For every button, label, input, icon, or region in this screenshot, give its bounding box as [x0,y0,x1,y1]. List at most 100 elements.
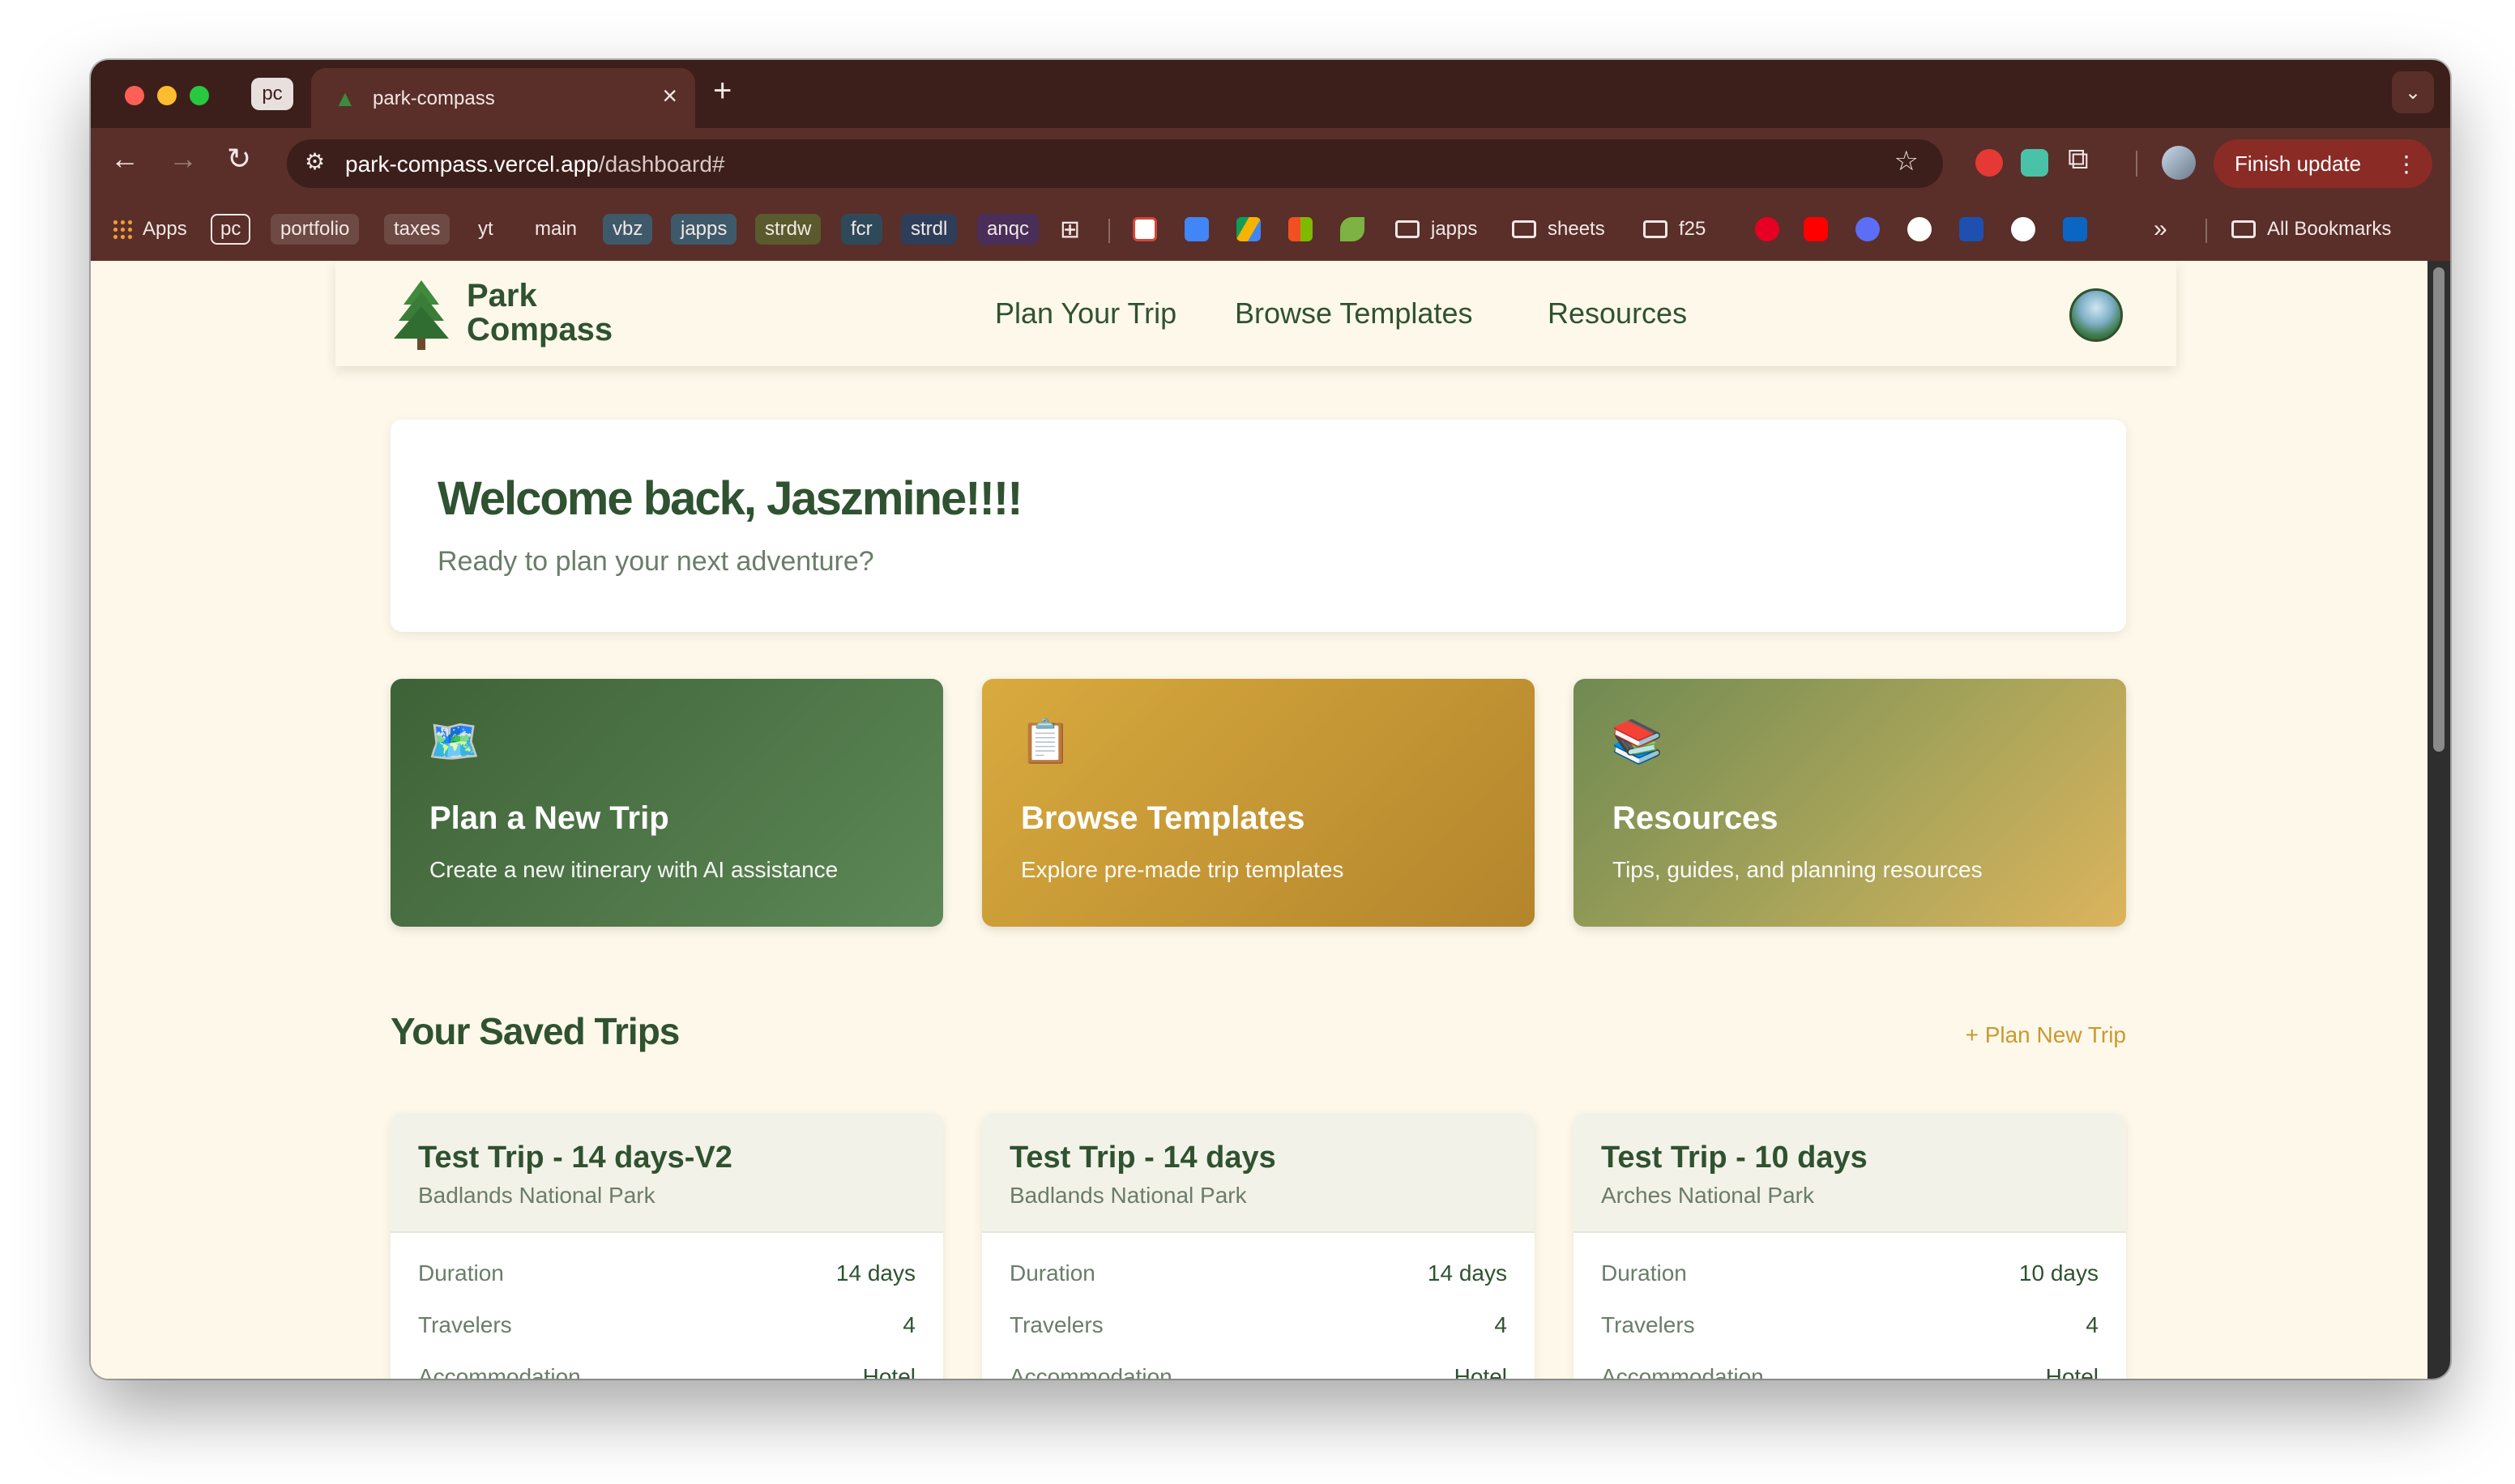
bird-app-icon[interactable] [1855,217,1880,241]
minimize-window-button[interactable] [157,86,177,105]
plan-new-trip-card[interactable]: 🗺️ Plan a New Trip Create a new itinerar… [391,679,943,927]
nav-plan-your-trip[interactable]: Plan Your Trip [995,296,1176,330]
youtube-icon[interactable] [1804,217,1828,241]
trip-card[interactable]: Test Trip - 14 days Badlands National Pa… [982,1113,1535,1379]
trip-card[interactable]: Test Trip - 14 days-V2 Badlands National… [391,1113,943,1379]
browser-window: pc ▲ park-compass × + ⌄ ← → ↻ ⚙ park-com… [91,60,2450,1379]
trip-card-header: Test Trip - 10 days Arches National Park [1573,1113,2126,1233]
bookmarks-divider [2205,219,2207,243]
bookmark-apps[interactable]: Apps [112,214,187,245]
trip-park: Arches National Park [1601,1183,1815,1208]
close-window-button[interactable] [125,86,144,105]
resources-card[interactable]: 📚 Resources Tips, guides, and planning r… [1573,679,2126,927]
bookmark-vbz[interactable]: vbz [603,214,653,245]
bookmark-folder-sheets[interactable]: sheets [1512,214,1605,245]
bookmark-strdw[interactable]: strdw [755,214,822,245]
bookmarks-overflow-icon[interactable]: » [2154,214,2167,245]
calendar-icon[interactable] [1185,217,1209,241]
profile-avatar[interactable] [2162,146,2196,180]
nav-resources[interactable]: Resources [1548,296,1687,330]
pine-tree-logo-icon[interactable] [392,279,450,352]
finish-update-button[interactable]: Finish update ⋮ [2214,139,2432,188]
action-card-title: Browse Templates [1021,800,1305,836]
saved-trips-heading: Your Saved Trips [391,1010,680,1052]
action-card-desc: Tips, guides, and planning resources [1612,857,1983,882]
linkedin-icon[interactable] [2063,217,2087,241]
folder-icon [2231,220,2256,238]
toolbar-divider [2136,151,2137,177]
trip-park: Badlands National Park [1010,1183,1247,1208]
github-icon[interactable] [1907,217,1932,241]
trip-card[interactable]: Test Trip - 10 days Arches National Park… [1573,1113,2126,1379]
welcome-heading: Welcome back, Jaszmine!!!! [438,472,1023,525]
action-card-title: Plan a New Trip [429,800,669,836]
all-bookmarks[interactable]: All Bookmarks [2231,214,2391,245]
scrollbar-thumb[interactable] [2433,267,2445,752]
trip-name: Test Trip - 14 days [1010,1141,1276,1175]
back-arrow-icon[interactable]: ← [110,144,139,173]
pinned-tab[interactable]: pc [251,78,293,110]
site-header: Park Compass Plan Your Trip Browse Templ… [335,261,2176,366]
reload-icon[interactable]: ↻ [227,144,251,173]
folder-icon [1395,220,1420,238]
threads-icon[interactable] [2011,217,2035,241]
bookmark-folder-f25[interactable]: f25 [1643,214,1706,245]
adblock-extension-icon[interactable] [1975,149,2003,177]
bookmarks-divider [1108,219,1110,243]
tab-search-chevron-icon[interactable]: ⌄ [2392,71,2434,113]
plan-new-trip-link[interactable]: + Plan New Trip [1966,1022,2126,1048]
bookmarks-bar: Apps pc portfolio taxes yt main vbz japp… [91,199,2450,261]
apps-grid-icon [112,219,133,240]
folder-icon [1512,220,1536,238]
bookmark-main[interactable]: main [525,214,587,245]
site-logo-text[interactable]: Park Compass [467,279,613,347]
plant-icon[interactable] [1340,217,1364,241]
tab-title: park-compass [373,87,495,109]
site-settings-icon[interactable]: ⚙ [305,151,325,173]
bookmark-anqc[interactable]: anqc [977,214,1040,245]
tree-favicon-icon: ▲ [334,86,357,111]
browse-templates-card[interactable]: 📋 Browse Templates Explore pre-made trip… [982,679,1535,927]
action-card-desc: Explore pre-made trip templates [1021,857,1344,882]
maximize-window-button[interactable] [190,86,209,105]
bookmark-taxes[interactable]: taxes [384,214,450,245]
tab-groups-icon[interactable]: ⊞ [1060,214,1080,245]
welcome-card: Welcome back, Jaszmine!!!! Ready to plan… [391,420,2126,632]
more-menu-icon[interactable]: ⋮ [2395,151,2418,177]
forward-arrow-icon[interactable]: → [169,144,198,173]
trip-card-header: Test Trip - 14 days-V2 Badlands National… [391,1113,943,1233]
bookmark-folder-japps[interactable]: japps [1395,214,1477,245]
bookmark-pc[interactable]: pc [211,214,251,245]
bookmark-yt[interactable]: yt [468,214,503,245]
pinterest-icon[interactable] [1755,217,1779,241]
action-card-desc: Create a new itinerary with AI assistanc… [429,857,839,882]
trip-park: Badlands National Park [418,1183,655,1208]
welcome-subtitle: Ready to plan your next adventure? [438,546,874,577]
trip-card-header: Test Trip - 14 days Badlands National Pa… [982,1113,1535,1233]
triangle-app-icon[interactable] [1959,217,1983,241]
extensions-puzzle-icon[interactable]: ⧉ [2068,144,2095,173]
new-tab-icon[interactable]: + [713,75,732,107]
user-avatar[interactable] [2069,288,2123,342]
trip-name: Test Trip - 10 days [1601,1141,1868,1175]
gmail-icon[interactable] [1133,217,1157,241]
books-icon: 📚 [1611,719,1663,765]
clipboard-icon: 📋 [1019,719,1072,765]
url-text[interactable]: park-compass.vercel.app/dashboard# [345,151,725,177]
bookmark-fcr[interactable]: fcr [841,214,882,245]
page-scrollbar[interactable] [2427,261,2450,1379]
close-tab-icon[interactable]: × [662,83,677,109]
trip-name: Test Trip - 14 days-V2 [418,1141,732,1175]
bookmark-star-icon[interactable]: ☆ [1894,147,1919,175]
bookmark-japps[interactable]: japps [671,214,737,245]
tab-park-compass[interactable]: ▲ park-compass × [311,68,695,128]
page-viewport: Park Compass Plan Your Trip Browse Templ… [91,261,2427,1379]
drive-icon[interactable] [1236,217,1261,241]
bookmark-portfolio[interactable]: portfolio [271,214,360,245]
address-bar[interactable]: ⚙ park-compass.vercel.app/dashboard# ☆ [287,139,1943,188]
microsoft-icon[interactable] [1288,217,1313,241]
bookmark-strdl[interactable]: strdl [901,214,958,245]
nav-browse-templates[interactable]: Browse Templates [1235,296,1472,330]
teal-extension-icon[interactable] [2021,149,2048,177]
map-icon: 🗺️ [428,719,480,765]
